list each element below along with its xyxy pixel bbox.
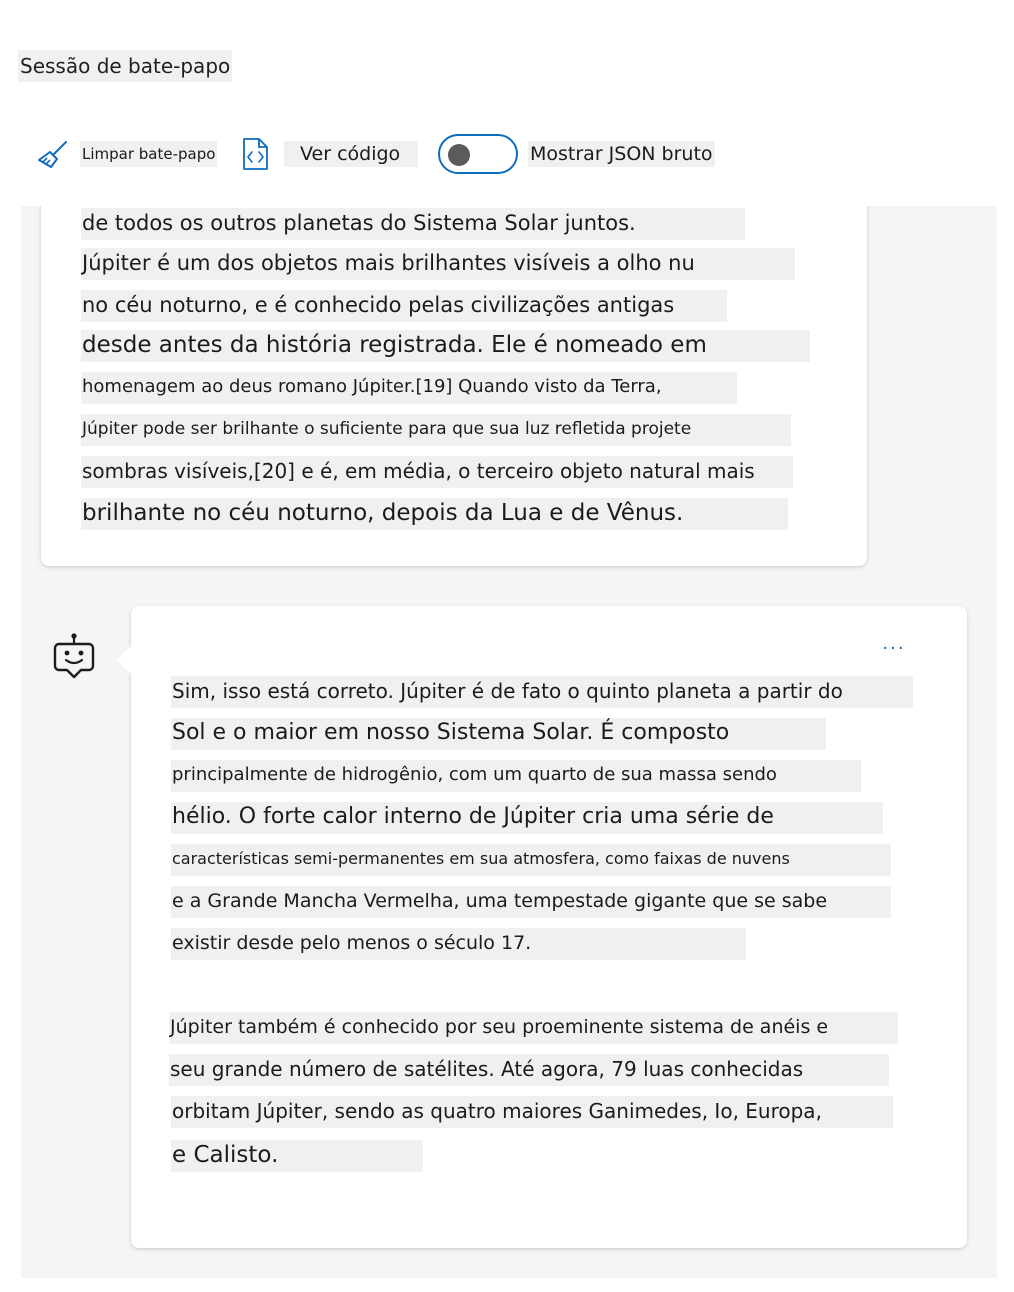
broom-icon — [36, 136, 70, 172]
raw-json-label: Mostrar JSON bruto — [528, 141, 715, 167]
message-line: seu grande número de satélites. Até agor… — [169, 1054, 889, 1086]
toggle-knob — [448, 144, 470, 166]
message-line: de todos os outros planetas do Sistema S… — [81, 208, 745, 240]
message-line: Júpiter pode ser brilhante o suficiente … — [81, 414, 791, 446]
clear-chat-label: Limpar bate-papo — [80, 141, 218, 167]
message-line: existir desde pelo menos o século 17. — [171, 928, 746, 960]
message-line: no céu noturno, e é conhecido pelas civi… — [81, 290, 727, 322]
message-line: orbitam Júpiter, sendo as quatro maiores… — [171, 1096, 893, 1128]
message-line: características semi-permanentes em sua … — [171, 844, 891, 876]
view-code-label: Ver código — [284, 141, 419, 167]
raw-json-toggle[interactable] — [438, 134, 518, 174]
bot-avatar — [53, 632, 95, 684]
code-file-icon — [240, 136, 274, 172]
message-line: Sol e o maior em nosso Sistema Solar. É … — [171, 718, 826, 750]
message-line: e a Grande Mancha Vermelha, uma tempesta… — [171, 886, 891, 918]
message-line: hélio. O forte calor interno de Júpiter … — [171, 802, 883, 834]
view-code-button[interactable]: Ver código — [240, 128, 419, 180]
user-message-card: de todos os outros planetas do Sistema S… — [41, 206, 867, 566]
chat-message-list[interactable]: de todos os outros planetas do Sistema S… — [21, 206, 997, 1278]
chat-toolbar: Limpar bate-papo Ver código Mostrar JSON… — [0, 128, 1014, 180]
message-line: Júpiter também é conhecido por seu proem… — [169, 1012, 898, 1044]
more-options-button[interactable]: ... — [877, 634, 911, 658]
message-line: homenagem ao deus romano Júpiter.[19] Qu… — [81, 372, 737, 404]
raw-json-toggle-item[interactable]: Mostrar JSON bruto — [438, 128, 715, 180]
message-line: principalmente de hidrogênio, com um qua… — [171, 760, 861, 792]
bot-message-card: ... Sim, isso está correto. Júpiter é de… — [117, 606, 967, 1248]
message-line: Júpiter é um dos objetos mais brilhantes… — [81, 248, 795, 280]
message-line: sombras visíveis,[20] e é, em média, o t… — [81, 456, 793, 488]
bubble-notch — [117, 646, 131, 674]
message-line: Sim, isso está correto. Júpiter é de fat… — [171, 676, 913, 708]
clear-chat-button[interactable]: Limpar bate-papo — [36, 128, 218, 180]
message-line: e Calisto. — [171, 1140, 423, 1172]
message-line: desde antes da história registrada. Ele … — [81, 330, 810, 362]
message-line: brilhante no céu noturno, depois da Lua … — [81, 498, 788, 530]
session-title: Sessão de bate-papo — [18, 50, 233, 82]
bot-icon — [53, 633, 95, 688]
